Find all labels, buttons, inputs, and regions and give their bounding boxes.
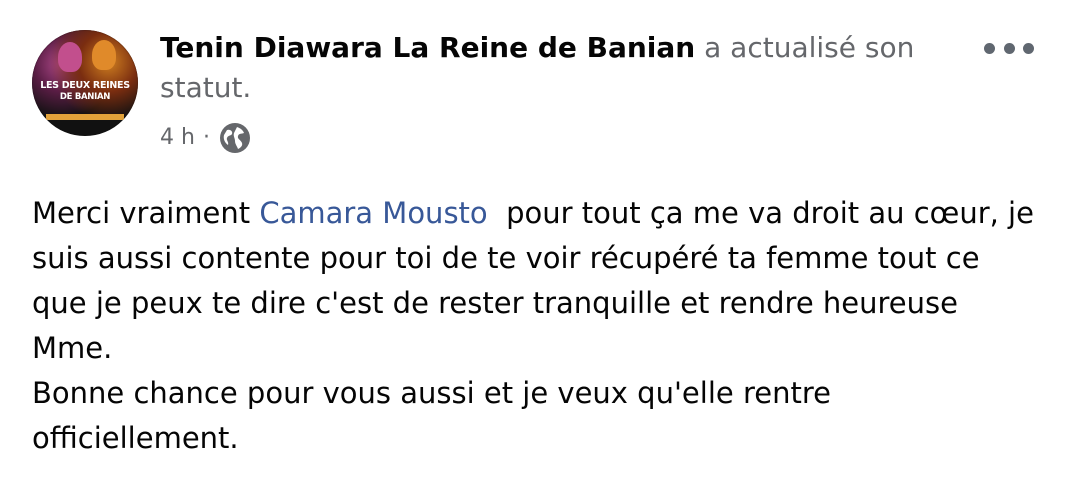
more-dot: [984, 42, 995, 54]
post-body-line: Merci vraiment Camara Mousto pour tout ç…: [32, 191, 1052, 236]
mention-link[interactable]: Camara Mousto: [259, 196, 487, 230]
post-body-line: Mme.: [32, 331, 113, 365]
meta-separator: ·: [202, 125, 210, 150]
post-body-line: que je peux te dire c'est de rester tran…: [32, 286, 958, 320]
post-meta: 4 h ·: [160, 121, 252, 155]
avatar[interactable]: LES DEUX REINES DE BANIAN: [32, 30, 138, 136]
post-card: LES DEUX REINES DE BANIAN Tenin Diawara …: [0, 0, 1080, 483]
post-body-line: Bonne chance pour vous aussi et je veux …: [32, 376, 831, 410]
globe-icon[interactable]: [218, 121, 252, 155]
avatar-ring: [32, 30, 138, 136]
post-text: pour tout ça me va droit au cœur, je: [487, 196, 1034, 230]
post-body-line: suis aussi contente pour toi de te voir …: [32, 241, 980, 275]
post-header: Tenin Diawara La Reine de Banian a actua…: [160, 28, 920, 108]
post-body: Merci vraiment Camara Mousto pour tout ç…: [32, 191, 1052, 461]
post-body-line: officiellement.: [32, 421, 239, 455]
more-dot: [1003, 42, 1015, 54]
post-timestamp[interactable]: 4 h: [160, 123, 195, 153]
more-dot: [1023, 42, 1034, 54]
author-name[interactable]: Tenin Diawara La Reine de Banian: [160, 31, 695, 64]
post-text: Merci vraiment: [32, 196, 260, 230]
more-options-icon[interactable]: [984, 33, 1034, 63]
